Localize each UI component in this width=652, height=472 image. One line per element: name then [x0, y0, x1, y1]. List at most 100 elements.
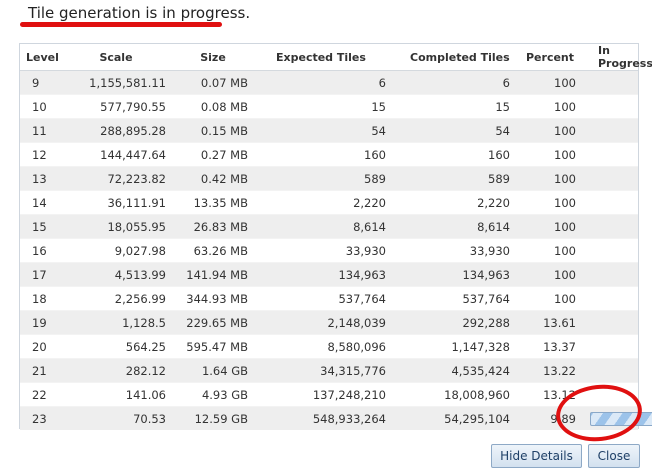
cell-completed-tiles: 54,295,104: [392, 406, 516, 430]
column-header-in-progress: In Progress: [582, 44, 652, 71]
table-body: 9 1,155,581.11 0.07 MB 6 6 100 10 577,790.55 0.0…: [20, 70, 652, 430]
cell-percent: 100: [516, 94, 582, 119]
cell-level: 17: [20, 262, 60, 287]
cell-size: 1.64 GB: [172, 358, 254, 383]
table-row: 21 282.12 1.64 GB 34,315,776 4,535,424 13.22: [20, 358, 638, 383]
cell-size: 13.35 MB: [172, 190, 254, 215]
cell-size: 0.07 MB: [172, 70, 254, 95]
table-row: 14 36,111.91 13.35 MB 2,220 2,220 100: [20, 190, 638, 215]
cell-size: 0.15 MB: [172, 118, 254, 143]
status-message: Tile generation is in progress.: [28, 4, 251, 22]
cell-percent: 100: [516, 142, 582, 167]
cell-scale: 4,513.99: [60, 262, 172, 287]
cell-in-progress: [582, 214, 638, 239]
column-header-scale: Scale: [60, 44, 172, 71]
column-header-expected-tiles: Expected Tiles: [254, 44, 392, 71]
cell-in-progress: [582, 118, 638, 143]
cell-percent: 100: [516, 262, 582, 287]
table-row: 19 1,128.5 229.65 MB 2,148,039 292,288 13.61: [20, 310, 638, 335]
cell-expected-tiles: 33,930: [254, 238, 392, 263]
cell-completed-tiles: 33,930: [392, 238, 516, 263]
column-header-completed-tiles: Completed Tiles: [392, 44, 516, 71]
hide-details-button[interactable]: Hide Details: [491, 444, 582, 468]
cell-level: 20: [20, 334, 60, 359]
cell-level: 22: [20, 382, 60, 407]
table-row: 11 288,895.28 0.15 MB 54 54 100: [20, 118, 638, 143]
cell-completed-tiles: 292,288: [392, 310, 516, 335]
table-row: 23 70.53 12.59 GB 548,933,264 54,295,104 9.89: [20, 406, 652, 430]
cell-level: 16: [20, 238, 60, 263]
cell-completed-tiles: 18,008,960: [392, 382, 516, 407]
table-row: 15 18,055.95 26.83 MB 8,614 8,614 100: [20, 214, 638, 239]
table-row: 20 564.25 595.47 MB 8,580,096 1,147,328 13.37: [20, 334, 638, 359]
cell-in-progress: [582, 190, 638, 215]
cell-expected-tiles: 15: [254, 94, 392, 119]
cell-completed-tiles: 6: [392, 70, 516, 95]
cell-level: 19: [20, 310, 60, 335]
cell-in-progress: [582, 334, 638, 359]
column-header-percent: Percent: [516, 44, 582, 71]
close-button[interactable]: Close: [588, 444, 640, 468]
cell-level: 13: [20, 166, 60, 191]
cell-expected-tiles: 137,248,210: [254, 382, 392, 407]
cell-in-progress: [582, 286, 638, 311]
cell-scale: 72,223.82: [60, 166, 172, 191]
cell-scale: 70.53: [60, 406, 172, 430]
cell-percent: 13.22: [516, 358, 582, 383]
cell-completed-tiles: 4,535,424: [392, 358, 516, 383]
table-header-row: Level Scale Size Expected Tiles Complete…: [20, 44, 652, 71]
cell-level: 18: [20, 286, 60, 311]
cell-percent: 100: [516, 118, 582, 143]
cell-expected-tiles: 8,614: [254, 214, 392, 239]
cell-percent: 100: [516, 286, 582, 311]
cell-expected-tiles: 134,963: [254, 262, 392, 287]
cell-completed-tiles: 1,147,328: [392, 334, 516, 359]
cell-in-progress: [582, 238, 638, 263]
cell-percent: 100: [516, 190, 582, 215]
cell-expected-tiles: 537,764: [254, 286, 392, 311]
column-header-level: Level: [20, 44, 60, 71]
cell-in-progress: [582, 358, 638, 383]
cell-completed-tiles: 2,220: [392, 190, 516, 215]
cell-scale: 1,128.5: [60, 310, 172, 335]
cell-completed-tiles: 15: [392, 94, 516, 119]
table-row: 22 141.06 4.93 GB 137,248,210 18,008,960 13.1…: [20, 382, 638, 407]
cell-percent: 13.61: [516, 310, 582, 335]
cell-size: 12.59 GB: [172, 406, 254, 430]
cell-scale: 141.06: [60, 382, 172, 407]
cell-size: 4.93 GB: [172, 382, 254, 407]
table-row: 9 1,155,581.11 0.07 MB 6 6 100: [20, 70, 638, 95]
cell-percent: 100: [516, 238, 582, 263]
cell-level: 23: [20, 406, 60, 430]
cell-size: 0.27 MB: [172, 142, 254, 167]
cell-level: 14: [20, 190, 60, 215]
cell-percent: 100: [516, 70, 582, 95]
cell-scale: 9,027.98: [60, 238, 172, 263]
cell-scale: 282.12: [60, 358, 172, 383]
cell-size: 63.26 MB: [172, 238, 254, 263]
cell-expected-tiles: 6: [254, 70, 392, 95]
cell-size: 0.08 MB: [172, 94, 254, 119]
table-row: 10 577,790.55 0.08 MB 15 15 100: [20, 94, 638, 119]
cell-percent: 100: [516, 214, 582, 239]
cell-completed-tiles: 537,764: [392, 286, 516, 311]
cell-size: 0.42 MB: [172, 166, 254, 191]
cell-scale: 288,895.28: [60, 118, 172, 143]
cell-in-progress: [582, 142, 638, 167]
cell-expected-tiles: 34,315,776: [254, 358, 392, 383]
cell-in-progress: [582, 310, 638, 335]
cell-expected-tiles: 8,580,096: [254, 334, 392, 359]
tile-progress-table: Level Scale Size Expected Tiles Complete…: [19, 43, 652, 430]
underline-annotation: [20, 22, 222, 27]
cell-expected-tiles: 54: [254, 118, 392, 143]
cell-scale: 144,447.64: [60, 142, 172, 167]
table-row: 13 72,223.82 0.42 MB 589 589 100: [20, 166, 638, 191]
cell-expected-tiles: 160: [254, 142, 392, 167]
cell-size: 229.65 MB: [172, 310, 254, 335]
cell-in-progress: [582, 262, 638, 287]
cell-level: 11: [20, 118, 60, 143]
cell-level: 21: [20, 358, 60, 383]
table-row: 16 9,027.98 63.26 MB 33,930 33,930 100: [20, 238, 638, 263]
cell-size: 141.94 MB: [172, 262, 254, 287]
cell-percent: 100: [516, 166, 582, 191]
